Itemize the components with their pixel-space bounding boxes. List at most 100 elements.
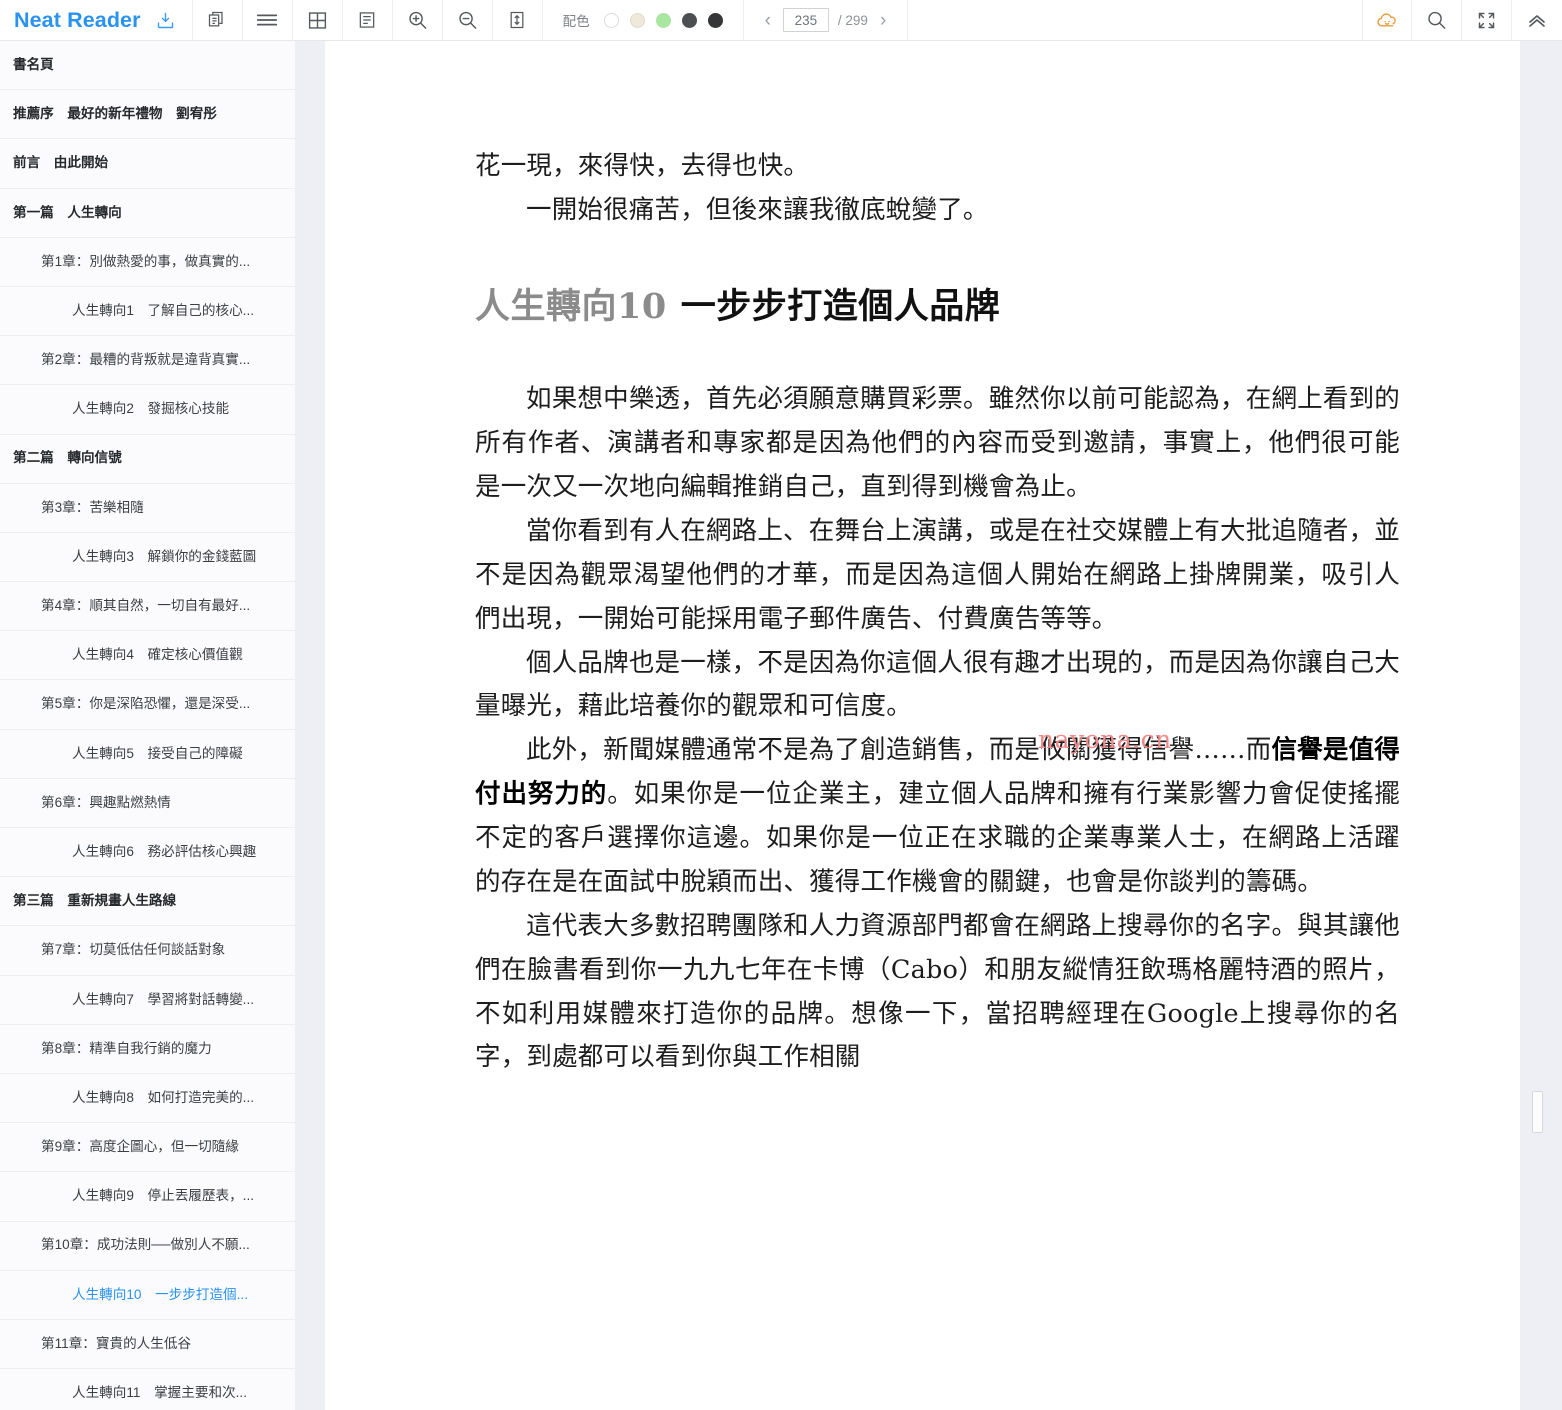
sidebar-item-label: 第一篇 人生轉向 — [13, 204, 122, 220]
sidebar-item[interactable]: 第9章：高度企圖心，但一切隨緣 — [0, 1123, 295, 1173]
sidebar-item[interactable]: 第3章：苦樂相隨 — [0, 484, 295, 533]
page-content-area[interactable]: 花一現，來得快，去得也快。 一開始很痛苦，但後來讓我徹底蛻變了。 人生轉向10 一… — [325, 41, 1520, 1410]
sidebar-item[interactable]: 第6章：興趣點燃熱情 — [0, 779, 295, 828]
sidebar-item-label: 第6章：興趣點燃熱情 — [41, 794, 171, 810]
sidebar-item-label: 人生轉向7 學習將對話轉變... — [72, 991, 255, 1007]
body-paragraph-with-emphasis: 此外，新聞媒體通常不是為了創造銷售，而是攸關獲得信譽……而信譽是值得付出努力的。… — [475, 729, 1400, 904]
body-paragraph: 這代表大多數招聘團隊和人力資源部門都會在網路上搜尋你的名字。與其讓他們在臉書看到… — [475, 910, 1400, 1073]
swatch-green[interactable] — [655, 12, 671, 28]
sidebar-item-label: 第7章：切莫低估任何談話對象 — [41, 942, 226, 958]
sidebar-item[interactable]: 前言 由此開始 — [0, 139, 295, 189]
sidebar-item[interactable]: 第4章：順其自然，一切自有最好... — [0, 582, 295, 632]
sidebar-item[interactable]: 第三篇 重新規畫人生路線 — [0, 877, 295, 927]
single-page-button[interactable] — [343, 0, 393, 40]
swatch-black[interactable] — [707, 12, 723, 28]
collapse-toolbar-button[interactable] — [1512, 0, 1562, 40]
sidebar-item[interactable]: 第7章：切莫低估任何談話對象 — [0, 926, 295, 976]
sidebar-item-label: 書名頁 — [13, 56, 54, 72]
next-page-button[interactable]: › — [877, 11, 889, 30]
duplicate-pages-button[interactable] — [193, 0, 243, 40]
double-page-button[interactable] — [293, 0, 343, 40]
save-to-library-icon[interactable] — [155, 10, 176, 31]
zoom-in-icon — [406, 9, 429, 32]
chapter-number: 人生轉向10 — [475, 285, 667, 327]
double-page-icon — [307, 10, 328, 31]
left-gutter — [295, 41, 325, 1410]
cloud-sync-button[interactable] — [1362, 0, 1412, 40]
right-scroll-rail[interactable] — [1520, 41, 1562, 1410]
search-icon — [1425, 9, 1448, 32]
sidebar-item[interactable]: 第11章：寶貴的人生低谷 — [0, 1320, 295, 1370]
top-toolbar: Neat Reader 配色 ‹ 235 / 299 › — [0, 0, 1562, 41]
fit-height-button[interactable] — [493, 0, 543, 40]
zoom-out-icon — [456, 9, 479, 32]
sidebar-item[interactable]: 第1章：別做熱愛的事，做真實的... — [0, 238, 295, 287]
page-number-input[interactable] — [782, 8, 829, 32]
sidebar-item-label: 人生轉向2 發掘核心技能 — [72, 401, 230, 417]
sidebar-item[interactable]: 推薦序 最好的新年禮物 劉宥彤 — [0, 90, 295, 140]
sidebar-item[interactable]: 人生轉向5 接受自己的障礙 — [0, 730, 295, 779]
zoom-in-button[interactable] — [393, 0, 443, 40]
scrollbar-thumb[interactable] — [1532, 1091, 1543, 1133]
table-of-contents-sidebar[interactable]: 書名頁推薦序 最好的新年禮物 劉宥彤 前言 由此開始第一篇 人生轉向第1章：別做熱… — [0, 41, 295, 1410]
swatch-white[interactable] — [603, 12, 619, 28]
sidebar-item[interactable]: 人生轉向6 務必評估核心興趣 — [0, 828, 295, 878]
sidebar-item-label: 人生轉向9 停止丟履歷表，... — [72, 1188, 255, 1204]
reader-body: 書名頁推薦序 最好的新年禮物 劉宥彤 前言 由此開始第一篇 人生轉向第1章：別做熱… — [0, 41, 1562, 1410]
scroll-mode-button[interactable] — [243, 0, 293, 40]
fullscreen-icon — [1476, 10, 1497, 31]
sidebar-item-label: 第11章：寶貴的人生低谷 — [41, 1335, 192, 1351]
sidebar-item[interactable]: 人生轉向4 確定核心價值觀 — [0, 631, 295, 681]
sidebar-item[interactable]: 第2章：最糟的背叛就是違背真實... — [0, 336, 295, 386]
sidebar-item[interactable]: 人生轉向11 掌握主要和次... — [0, 1369, 295, 1410]
paragraph-part-after: 。如果你是一位企業主，建立個人品牌和擁有行業影響力會促使搖擺不定的客戶選擇你這邊… — [475, 779, 1400, 897]
color-scheme-group: 配色 — [543, 0, 744, 40]
sidebar-item[interactable]: 第二篇 轉向信號 — [0, 435, 295, 484]
search-button[interactable] — [1412, 0, 1462, 40]
sidebar-item[interactable]: 人生轉向2 發掘核心技能 — [0, 385, 295, 435]
sidebar-item[interactable]: 人生轉向8 如何打造完美的... — [0, 1074, 295, 1124]
sidebar-item-label: 第二篇 轉向信號 — [13, 450, 122, 466]
sidebar-item-label: 人生轉向3 解鎖你的金錢藍圖 — [72, 548, 257, 564]
body-paragraph: 當你看到有人在網路上、在舞台上演講，或是在社交媒體上有大批追隨者，並不是因為觀眾… — [475, 516, 1400, 634]
toc-list: 書名頁推薦序 最好的新年禮物 劉宥彤 前言 由此開始第一篇 人生轉向第1章：別做熱… — [0, 41, 295, 1410]
sidebar-item[interactable]: 人生轉向7 學習將對話轉變... — [0, 976, 295, 1025]
sidebar-item-label: 人生轉向5 接受自己的障礙 — [72, 745, 243, 761]
swatch-dark-gray[interactable] — [681, 12, 697, 28]
sidebar-item[interactable]: 人生轉向9 停止丟履歷表，... — [0, 1172, 295, 1222]
sidebar-item-label: 第2章：最糟的背叛就是違背真實... — [41, 352, 251, 368]
lead-line-2: 一開始很痛苦，但後來讓我徹底蛻變了。 — [526, 194, 989, 225]
duplicate-pages-icon — [207, 10, 227, 30]
sidebar-item[interactable]: 人生轉向3 解鎖你的金錢藍圖 — [0, 533, 295, 583]
page-navigation: ‹ / 299 › — [744, 0, 909, 40]
sidebar-item-label: 第10章：成功法則──做別人不願... — [41, 1237, 250, 1253]
sidebar-item-label: 人生轉向1 了解自己的核心... — [72, 302, 255, 318]
swatch-beige[interactable] — [629, 12, 645, 28]
sidebar-item[interactable]: 人生轉向1 了解自己的核心... — [0, 287, 295, 337]
sidebar-item-label: 人生轉向11 掌握主要和次... — [72, 1385, 247, 1400]
neat-reader-window: Neat Reader 配色 ‹ 235 / 299 › 書名頁 推薦序 最好的… — [0, 0, 1562, 1410]
fullscreen-button[interactable] — [1462, 0, 1512, 40]
sidebar-item-label: 人生轉向6 務必評估核心興趣 — [72, 843, 257, 859]
page-title: 人生轉向10 一步步打造個人品牌 — [475, 285, 1400, 329]
page-total-label: / 299 — [837, 12, 868, 28]
sidebar-item[interactable]: 人生轉向10 一步步打造個... — [0, 1271, 295, 1320]
sidebar-item-label: 人生轉向4 確定核心價值觀 — [72, 647, 243, 663]
sidebar-item-label: 第8章：精準自我行銷的魔力 — [41, 1040, 212, 1056]
sidebar-item[interactable]: 第10章：成功法則──做別人不願... — [0, 1222, 295, 1271]
prev-page-button[interactable]: ‹ — [762, 11, 774, 30]
sidebar-item[interactable]: 第8章：精準自我行銷的魔力 — [0, 1025, 295, 1074]
zoom-out-button[interactable] — [443, 0, 493, 40]
sidebar-item-label: 第9章：高度企圖心，但一切隨緣 — [41, 1139, 239, 1155]
body-paragraph: 如果想中樂透，首先必須願意購買彩票。雖然你以前可能認為，在網上看到的所有作者、演… — [475, 384, 1400, 503]
cloud-sync-icon — [1375, 8, 1400, 33]
sidebar-item[interactable]: 第5章：你是深陷恐懼，還是深受... — [0, 680, 295, 730]
sidebar-item-label: 第5章：你是深陷恐懼，還是深受... — [41, 696, 251, 712]
lead-line-1: 花一現，來得快，去得也快。 — [475, 151, 810, 181]
sidebar-item[interactable]: 書名頁 — [0, 41, 295, 91]
sidebar-item[interactable]: 第一篇 人生轉向 — [0, 189, 295, 238]
sidebar-item-label: 第3章：苦樂相隨 — [41, 499, 144, 515]
book-page: 花一現，來得快，去得也快。 一開始很痛苦，但後來讓我徹底蛻變了。 人生轉向10 一… — [325, 41, 1520, 1080]
sidebar-item-label: 人生轉向10 一步步打造個... — [72, 1286, 248, 1302]
